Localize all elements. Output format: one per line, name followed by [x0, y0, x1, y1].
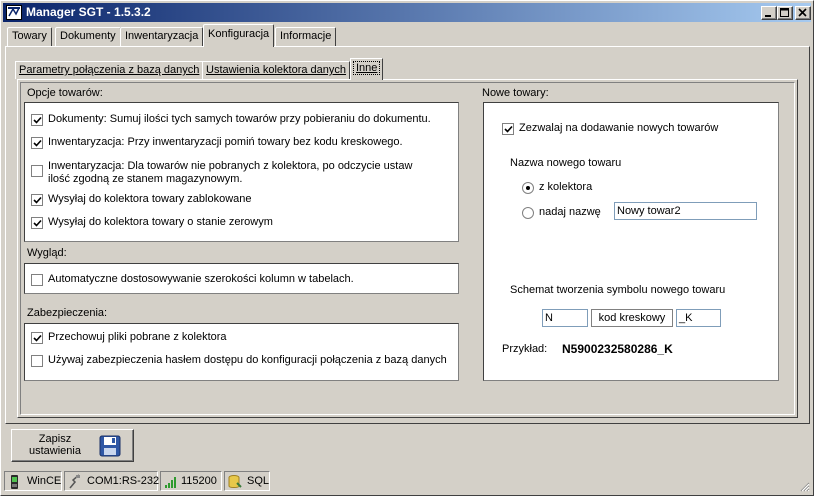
- maximize-button[interactable]: [777, 6, 793, 20]
- zabezpieczenia-text-0: Przechowuj pliki pobrane z kolektora: [48, 331, 227, 343]
- wyglad-checkbox-0[interactable]: [31, 274, 43, 286]
- status-bar: WinCE COM1:RS-232 115200 SQL: [3, 471, 811, 493]
- app-window: Manager SGT - 1.5.3.2 Towary Dokumenty I…: [0, 0, 814, 496]
- example-value: N5900232580286_K: [562, 342, 673, 356]
- window-title: Manager SGT - 1.5.3.2: [26, 5, 151, 19]
- pda-device-icon: [11, 475, 18, 489]
- status-db-text: SQL: [247, 475, 270, 487]
- wyglad-box: Automatyczne dostosowywanie szerokości k…: [24, 263, 459, 294]
- minimize-button[interactable]: [761, 6, 777, 20]
- subtab-ustawienia-kolektora[interactable]: Ustawienia kolektora danych: [202, 61, 351, 79]
- close-button[interactable]: [795, 6, 811, 20]
- check-icon: [33, 334, 42, 342]
- allow-new-checkbox[interactable]: [502, 123, 514, 135]
- status-device: WinCE: [4, 471, 62, 491]
- radio-nadaj-nazwe-label: nadaj nazwę: [539, 206, 601, 218]
- opcje-text-0: Dokumenty: Sumuj ilości tych samych towa…: [48, 113, 431, 125]
- zabezpieczenia-box: Przechowuj pliki pobrane z kolektora Uży…: [24, 323, 459, 381]
- signal-bars-icon: [165, 477, 176, 488]
- zabezpieczenia-group-label: Zabezpieczenia:: [27, 307, 108, 319]
- check-icon: [33, 219, 42, 227]
- zabezpieczenia-checkbox-0[interactable]: [31, 332, 43, 344]
- tab-dokumenty[interactable]: Dokumenty: [55, 27, 121, 46]
- example-label: Przykład:: [502, 343, 548, 355]
- serial-cable-icon: [69, 474, 80, 489]
- status-baud: 115200: [160, 471, 222, 491]
- opcje-text-1: Inwentaryzacja: Przy inwentaryzacji pomi…: [48, 136, 403, 148]
- new-name-input[interactable]: Nowy towar2: [614, 202, 757, 220]
- opcje-checkbox-4[interactable]: [31, 217, 43, 229]
- check-icon: [504, 125, 513, 133]
- suffix-input[interactable]: _K: [676, 309, 721, 327]
- subtab-inne[interactable]: Inne: [350, 58, 384, 80]
- nowe-group-label: Nowe towary:: [482, 87, 549, 99]
- nowe-box: Zezwalaj na dodawanie nowych towarów Naz…: [483, 102, 779, 381]
- save-line2: ustawienia: [29, 445, 81, 457]
- zabezpieczenia-text-1: Używaj zabezpieczenia hasłem dostępu do …: [48, 354, 447, 366]
- radio-z-kolektora-label: z kolektora: [539, 181, 593, 193]
- maximize-icon: [780, 8, 789, 17]
- save-settings-button[interactable]: Zapisz ustawienia: [11, 429, 134, 462]
- check-icon: [33, 116, 42, 124]
- name-label: Nazwa nowego towaru: [510, 157, 622, 169]
- radio-z-kolektora[interactable]: [522, 182, 534, 194]
- wyglad-text-0: Automatyczne dostosowywanie szerokości k…: [48, 273, 354, 285]
- status-baud-text: 115200: [181, 475, 217, 487]
- zabezpieczenia-checkbox-1[interactable]: [31, 355, 43, 367]
- check-icon: [33, 196, 42, 204]
- opcje-text-4: Wysyłaj do kolektora towary o stanie zer…: [48, 216, 273, 228]
- status-device-text: WinCE: [27, 475, 62, 487]
- tab-towary[interactable]: Towary: [7, 27, 52, 46]
- floppy-disk-icon: [99, 435, 121, 457]
- opcje-text-2: Inwentaryzacja: Dla towarów nie pobranyc…: [48, 160, 412, 186]
- allow-new-text: Zezwalaj na dodawanie nowych towarów: [519, 122, 719, 134]
- close-icon: [798, 8, 807, 17]
- opcje-group-label: Opcje towarów:: [27, 87, 103, 99]
- opcje-checkbox-3[interactable]: [31, 194, 43, 206]
- title-bar: Manager SGT - 1.5.3.2: [3, 3, 811, 22]
- minimize-icon: [765, 15, 771, 17]
- save-settings-label: Zapisz ustawienia: [20, 433, 90, 457]
- tab-inwentaryzacja[interactable]: Inwentaryzacja: [120, 27, 204, 46]
- subtab-inne-label: Inne: [352, 61, 381, 75]
- save-line1: Zapisz: [38, 433, 72, 445]
- opcje-checkbox-0[interactable]: [31, 114, 43, 126]
- check-icon: [33, 139, 42, 147]
- schema-label: Schemat tworzenia symbolu nowego towaru: [510, 284, 726, 296]
- radio-nadaj-nazwe[interactable]: [522, 207, 534, 219]
- status-db: SQL: [224, 471, 270, 491]
- prefix-input[interactable]: N: [542, 309, 588, 327]
- opcje-checkbox-1[interactable]: [31, 137, 43, 149]
- tab-informacje[interactable]: Informacje: [275, 27, 337, 46]
- tab-konfiguracja[interactable]: Konfiguracja: [203, 24, 275, 47]
- opcje-text-3: Wysyłaj do kolektora towary zablokowane: [48, 193, 252, 205]
- barcode-field: kod kreskowy: [591, 309, 673, 327]
- opcje-box: Dokumenty: Sumuj ilości tych samych towa…: [24, 102, 459, 242]
- resize-grip-icon[interactable]: [798, 480, 810, 492]
- database-icon: [228, 475, 242, 488]
- opcje-text-2-line2: ilość zgodną ze stanem magazynowym.: [48, 173, 243, 185]
- app-icon[interactable]: [6, 5, 22, 20]
- status-port: COM1:RS-232: [64, 471, 160, 491]
- subtab-parametry[interactable]: Parametry połączenia z bazą danych: [15, 61, 204, 79]
- opcje-checkbox-2[interactable]: [31, 165, 43, 177]
- status-port-text: COM1:RS-232: [87, 475, 160, 487]
- wyglad-group-label: Wygląd:: [27, 247, 67, 259]
- opcje-text-2-line1: Inwentaryzacja: Dla towarów nie pobranyc…: [48, 160, 413, 172]
